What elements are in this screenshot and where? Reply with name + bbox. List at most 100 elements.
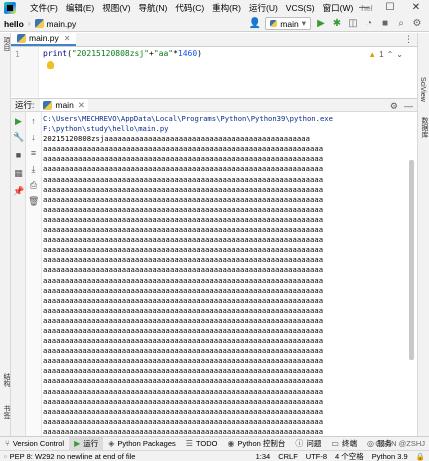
close-button[interactable]: ✕ [403, 0, 429, 16]
window-controls: — ☐ ✕ [351, 0, 429, 16]
sciview-tool-button[interactable]: SciView [419, 77, 426, 102]
structure-tool-button[interactable]: 结构 [1, 373, 11, 387]
menu-file[interactable]: 文件(F) [26, 0, 62, 16]
arrow-down-icon[interactable]: ↓ [28, 132, 39, 143]
bookmarks-tool-button[interactable]: 书签 [1, 405, 11, 419]
wrench-icon[interactable]: 🔧 [13, 132, 24, 143]
menu-refactor[interactable]: 重构(R) [208, 0, 245, 16]
version-control-tab[interactable]: ⑂ Version Control [0, 437, 69, 451]
editor-tab-main-py[interactable]: main.py ✕ [11, 32, 77, 46]
scroll-to-end-icon[interactable]: ⤓ [28, 164, 39, 175]
python-packages-label: Python Packages [117, 439, 176, 448]
run-panel-title: 运行: [15, 100, 35, 110]
soft-wrap-icon[interactable]: ≡ [28, 148, 39, 159]
coverage-icon[interactable]: ◫ [347, 18, 359, 29]
todo-tab[interactable]: ☰ TODO [181, 437, 223, 451]
menu-view[interactable]: 视图(V) [98, 0, 134, 16]
status-message[interactable]: ▫ PEP 8: W292 no newline at end of file [4, 452, 135, 461]
chevron-down-icon[interactable]: ⌄ [396, 50, 403, 59]
line-number: 1 [15, 50, 20, 59]
breadcrumb-file[interactable]: main.py [34, 19, 76, 29]
line-separator[interactable]: CRLF [278, 451, 298, 461]
minimize-button[interactable]: — [351, 0, 377, 16]
hide-panel-icon[interactable]: — [404, 99, 413, 113]
caret-position[interactable]: 1:34 [256, 451, 271, 461]
run-icon[interactable]: ▶ [315, 18, 327, 29]
breadcrumb-project[interactable]: hello [4, 19, 24, 29]
console-output-line: aaaaaaaaaaaaaaaaaaaaaaaaaaaaaaaaaaaaaaaa… [43, 154, 324, 164]
layout-icon[interactable]: ▦ [13, 168, 24, 179]
console-output-line: aaaaaaaaaaaaaaaaaaaaaaaaaaaaaaaaaaaaaaaa… [43, 235, 324, 245]
run-configuration-select[interactable]: main ▾ [265, 17, 311, 30]
arrow-up-icon[interactable]: ↑ [28, 116, 39, 127]
close-tab-icon[interactable]: ✕ [64, 34, 71, 43]
menu-code[interactable]: 代码(C) [171, 0, 208, 16]
todo-label: TODO [195, 439, 218, 448]
console-output-line: aaaaaaaaaaaaaaaaaaaaaaaaaaaaaaaaaaaaaaaa… [43, 376, 324, 386]
profile-icon[interactable]: ◔ [363, 18, 375, 29]
debug-icon[interactable]: ✱ [331, 18, 343, 29]
pin-icon[interactable]: 📌 [13, 186, 24, 197]
code-number: 1460 [177, 49, 198, 58]
menu-edit[interactable]: 编辑(E) [62, 0, 98, 16]
console-output-line: aaaaaaaaaaaaaaaaaaaaaaaaaaaaaaaaaaaaaaaa… [43, 275, 324, 285]
python-file-icon [17, 33, 26, 43]
stop-icon[interactable]: ■ [379, 18, 391, 29]
chevron-up-icon[interactable]: ⌃ [387, 50, 394, 59]
list-icon: ☰ [185, 439, 193, 448]
settings-icon[interactable]: ⚙ [411, 18, 423, 29]
console-output-line: 20215120808zsjaaaaaaaaaaaaaaaaaaaaaaaaaa… [43, 134, 311, 144]
terminal-label: 终端 [341, 439, 357, 448]
menu-vcs[interactable]: VCS(S) [282, 0, 319, 16]
problems-tab[interactable]: ⓘ 问题 [290, 437, 326, 451]
version-control-label: Version Control [12, 439, 65, 448]
run-console-output[interactable]: C:\Users\MECHREVO\AppData\Local\Programs… [43, 114, 407, 436]
run-tool-tab[interactable]: ▶ 运行 [69, 436, 104, 451]
file-encoding[interactable]: UTF-8 [306, 451, 327, 461]
rerun-icon[interactable]: ▶ [13, 116, 24, 127]
python-console-tab[interactable]: ◉ Python 控制台 [222, 437, 290, 451]
status-widgets: 1:34 CRLF UTF-8 4 个空格 Python 3.9 🔒 [256, 451, 425, 461]
console-scrollbar[interactable] [409, 160, 414, 360]
package-icon: ◈ [108, 439, 115, 448]
console-command-line: C:\Users\MECHREVO\AppData\Local\Programs… [43, 114, 333, 123]
settings-icon[interactable]: ⚙ [390, 99, 398, 113]
indent-setting[interactable]: 4 个空格 [335, 451, 364, 461]
navigation-bar: hello › main.py 👤 main ▾ ▶ ✱ ◫ ◔ ■ ⌕ ⚙ [0, 16, 429, 32]
close-run-tab-icon[interactable]: ✕ [78, 100, 85, 111]
project-tool-button[interactable]: 项目 [1, 37, 11, 51]
bottom-tool-bar: ⑂ Version Control ▶ 运行 ◈ Python Packages ☰ T… [0, 436, 429, 451]
python-run-icon [43, 100, 53, 110]
maximize-button[interactable]: ☐ [377, 0, 403, 16]
console-output-line: aaaaaaaaaaaaaaaaaaaaaaaaaaaaaaaaaaaaaaaa… [43, 325, 324, 335]
problems-icon: ⓘ [295, 439, 304, 448]
branch-icon: ⑂ [5, 439, 10, 448]
stop-icon[interactable]: ■ [13, 150, 24, 161]
console-output-line: aaaaaaaaaaaaaaaaaaaaaaaaaaaaaaaaaaaaaaaa… [43, 255, 324, 265]
lock-icon[interactable]: 🔒 [416, 451, 425, 461]
search-icon[interactable]: ⌕ [395, 18, 407, 29]
chevron-down-icon: ▾ [301, 18, 306, 28]
python-console-icon: ◉ [227, 439, 235, 448]
terminal-tab[interactable]: ▭ 终端 [326, 437, 362, 451]
python-interpreter[interactable]: Python 3.9 [372, 451, 408, 461]
more-tabs-icon[interactable]: ⋮ [404, 34, 413, 45]
user-icon[interactable]: 👤 [249, 18, 261, 29]
print-icon[interactable]: ⎙ [28, 180, 39, 191]
run-tool-label: 运行 [83, 439, 99, 448]
run-tab-main[interactable]: main ✕ [40, 99, 88, 111]
inspection-widget[interactable]: ▲ 1 ⌃ ⌄ [368, 50, 403, 59]
console-output-line: aaaaaaaaaaaaaaaaaaaaaaaaaaaaaaaaaaaaaaaa… [43, 194, 324, 204]
database-tool-button[interactable]: 数据库 [419, 117, 429, 138]
main-menu: 文件(F) 编辑(E) 视图(V) 导航(N) 代码(C) 重构(R) 运行(U… [26, 0, 357, 16]
console-output-line: aaaaaaaaaaaaaaaaaaaaaaaaaaaaaaaaaaaaaaaa… [43, 285, 324, 295]
intention-bulb-icon[interactable] [47, 61, 54, 69]
run-header-tools: ⚙ — [390, 99, 413, 113]
menu-navigate[interactable]: 导航(N) [135, 0, 172, 16]
python-packages-tab[interactable]: ◈ Python Packages [103, 437, 181, 451]
nav-toolbar: 👤 main ▾ ▶ ✱ ◫ ◔ ■ ⌕ ⚙ [249, 17, 423, 30]
code-editor[interactable]: 1 print("20215120808zsj"+"aa"*1460) ▲ 1 … [11, 47, 417, 97]
code-line[interactable]: print("20215120808zsj"+"aa"*1460) [43, 49, 202, 58]
trash-icon[interactable]: 🗑 [28, 196, 39, 207]
menu-run[interactable]: 运行(U) [245, 0, 282, 16]
